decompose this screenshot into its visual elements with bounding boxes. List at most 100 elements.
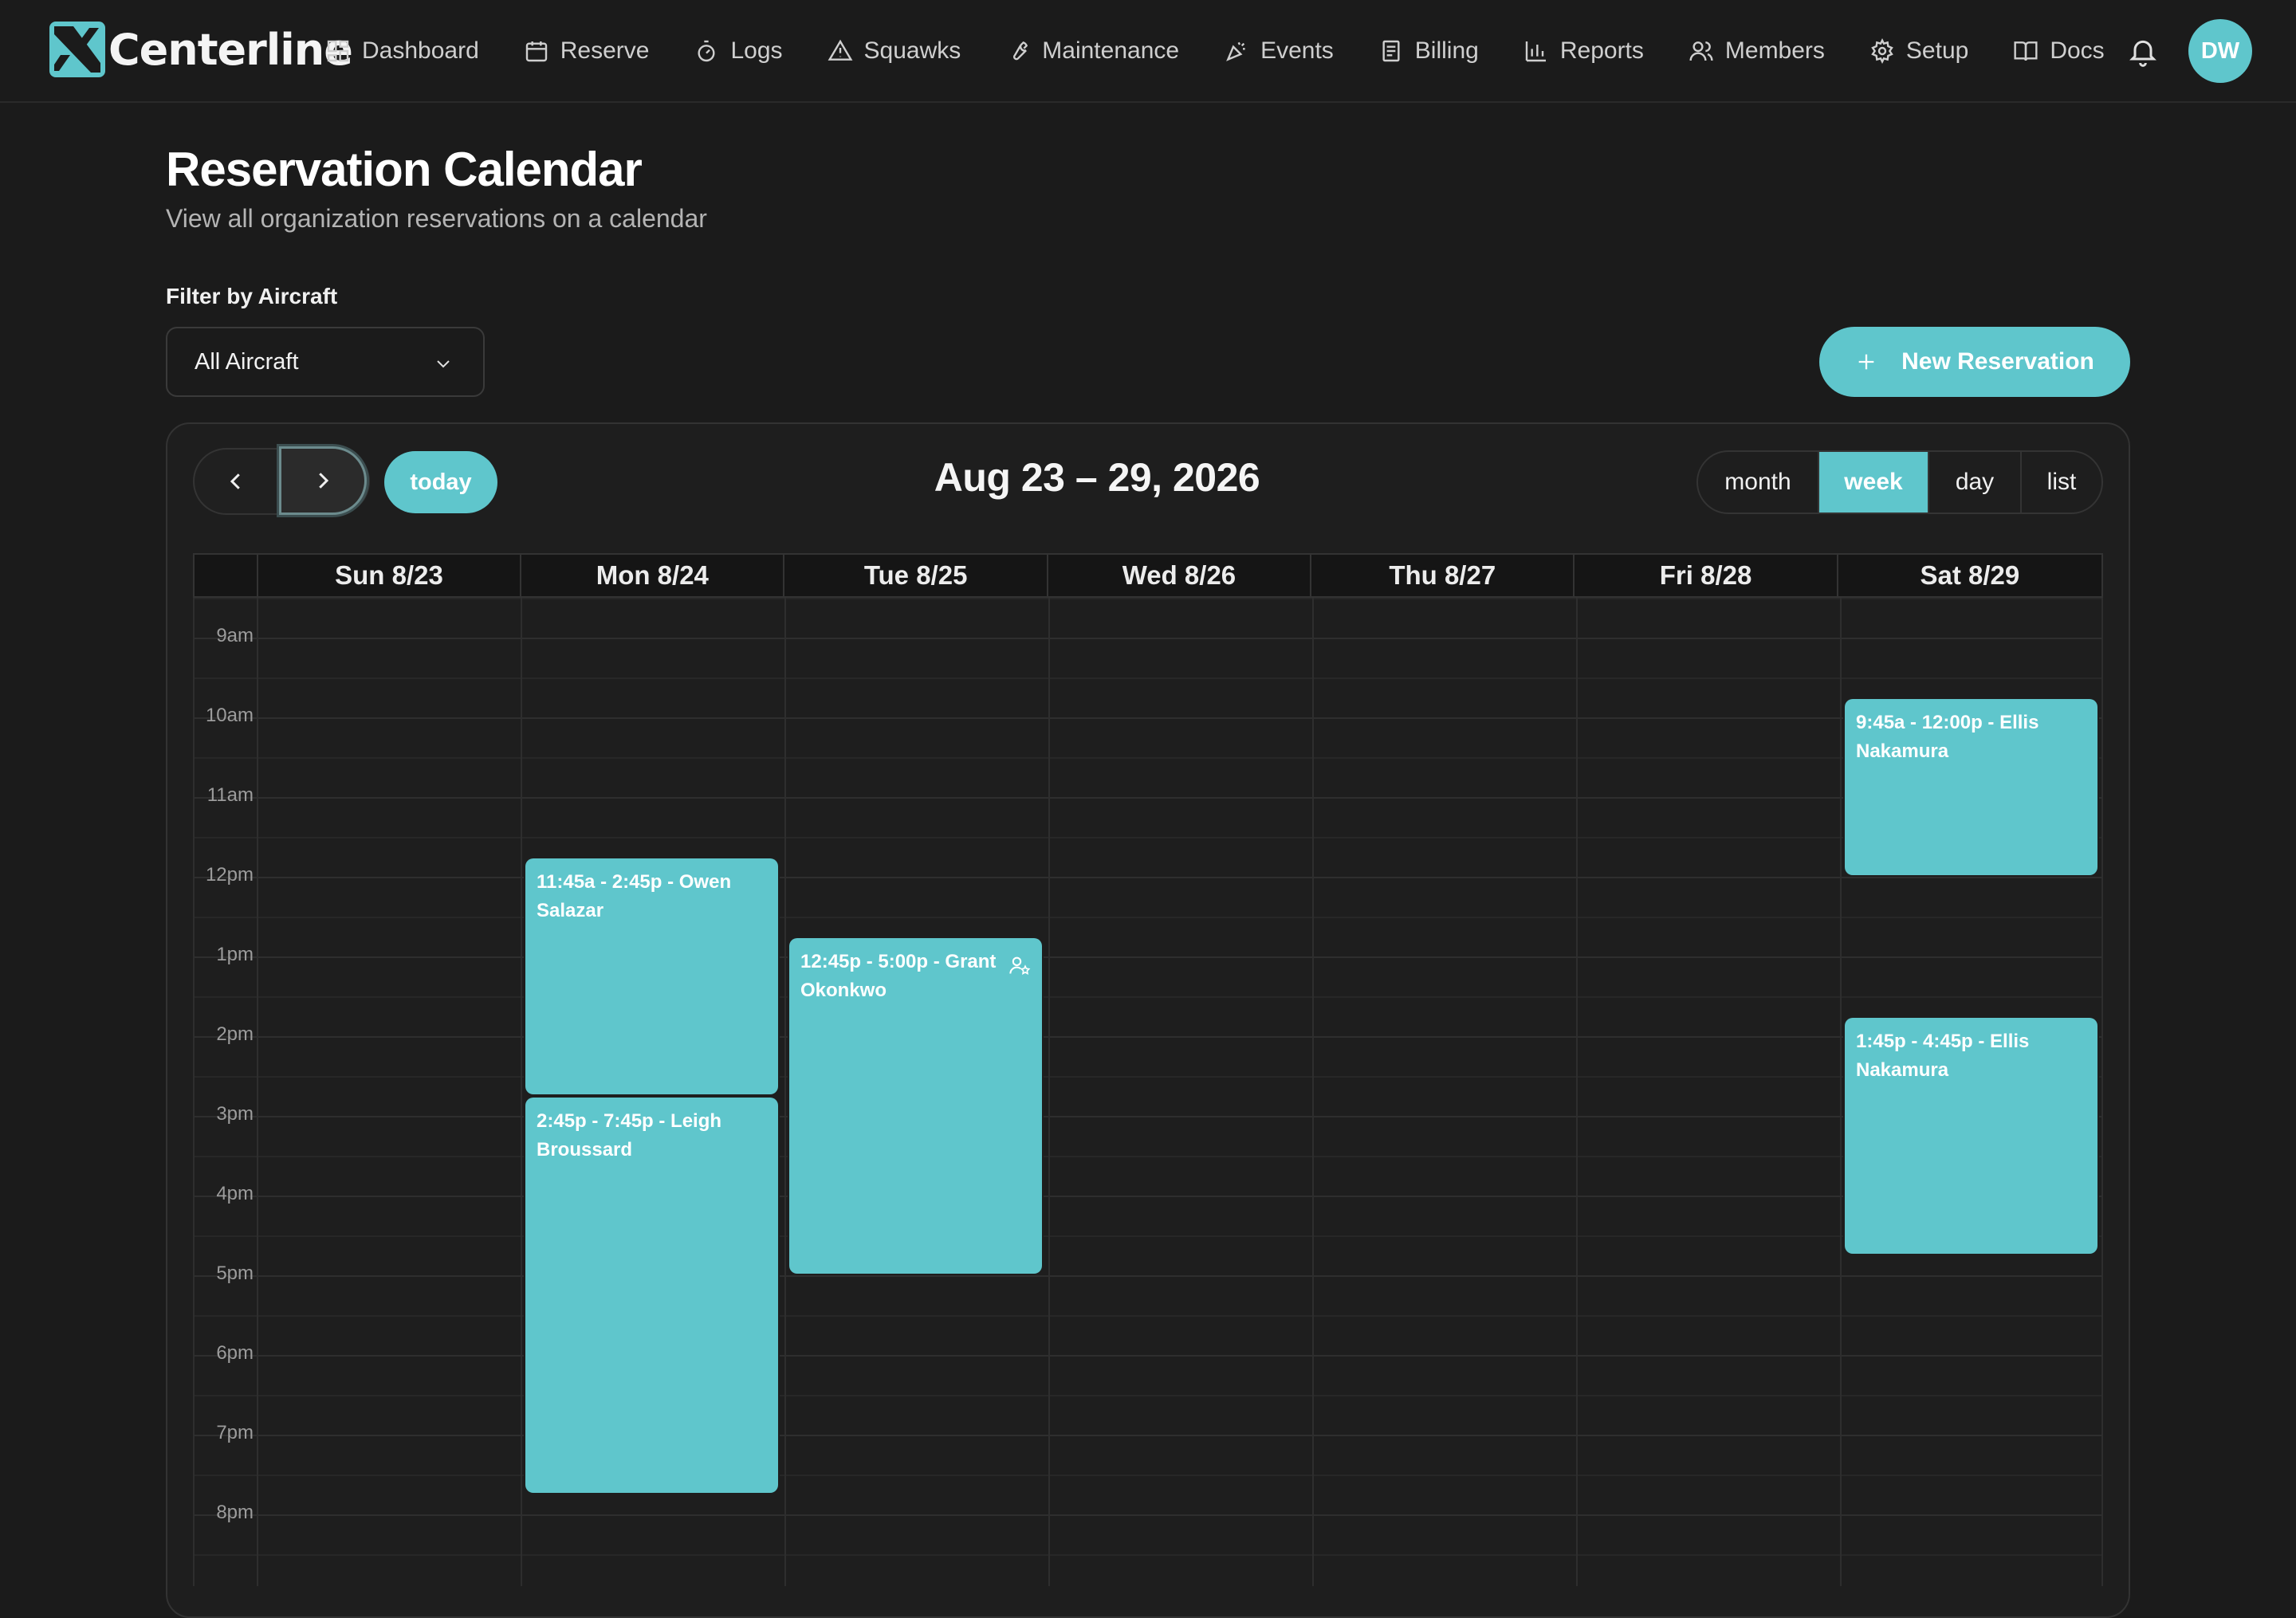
time-slot-line xyxy=(193,797,2103,799)
party-popper-icon xyxy=(1226,41,1245,61)
time-slot-line xyxy=(193,717,2103,719)
view-day-button[interactable]: day xyxy=(1929,452,2022,512)
time-label: 3pm xyxy=(216,1103,254,1125)
week-grid: Sun 8/23 Mon 8/24 Tue 8/25 Wed 8/26 Thu … xyxy=(193,553,2103,1586)
time-label: 9am xyxy=(216,625,254,646)
time-slot-line xyxy=(193,598,2103,599)
day-header[interactable]: Tue 8/25 xyxy=(784,555,1048,596)
time-slot-line xyxy=(193,956,2103,958)
day-column-line xyxy=(784,598,786,1586)
top-navigation: Centerline Dashboard Reserve Logs Squawk… xyxy=(0,0,2296,103)
instructor-icon xyxy=(1009,956,1031,976)
page-subtitle: View all organization reservations on a … xyxy=(166,204,707,233)
view-week-button[interactable]: week xyxy=(1819,452,1929,512)
reservation-event[interactable]: 9:45a - 12:00p - Ellis Nakamura xyxy=(1845,699,2097,875)
time-grid-body[interactable]: 9am 10am 11am 12pm 1pm 2pm 3pm 4pm 5pm 6pm 7pm 8pm 1… xyxy=(193,598,2103,1586)
time-slot-line xyxy=(193,757,2103,759)
time-slot-line xyxy=(193,1235,2103,1237)
time-slot-line xyxy=(193,1196,2103,1197)
nav-label: Setup xyxy=(1905,37,1969,64)
bell-icon[interactable] xyxy=(2127,35,2159,67)
day-column-line xyxy=(1576,598,1578,1586)
time-label: 4pm xyxy=(216,1183,254,1204)
page-title: Reservation Calendar xyxy=(166,143,643,196)
day-header[interactable]: Sat 8/29 xyxy=(1838,555,2101,596)
time-slot-line xyxy=(193,1076,2103,1078)
nav-item-logs[interactable]: Logs xyxy=(694,27,783,75)
view-list-button[interactable]: list xyxy=(2022,452,2101,512)
prev-week-button[interactable] xyxy=(195,450,277,513)
users-icon xyxy=(1689,41,1713,61)
time-label: 7pm xyxy=(216,1422,254,1443)
nav-item-reserve[interactable]: Reserve xyxy=(524,27,649,75)
day-header[interactable]: Mon 8/24 xyxy=(521,555,785,596)
time-label: 10am xyxy=(205,705,254,726)
nav-label: Events xyxy=(1260,37,1334,64)
nav-item-reports[interactable]: Reports xyxy=(1523,27,1644,75)
time-label: 5pm xyxy=(216,1263,254,1284)
time-label: 2pm xyxy=(216,1023,254,1045)
filter-label: Filter by Aircraft xyxy=(166,284,338,308)
time-slot-line xyxy=(193,1315,2103,1317)
nav-menu: Dashboard Reserve Logs Squawks Maintenan… xyxy=(325,0,2149,102)
time-slot-line xyxy=(193,1475,2103,1476)
nav-item-setup[interactable]: Setup xyxy=(1869,27,1968,75)
day-header[interactable]: Sun 8/23 xyxy=(258,555,522,596)
nav-item-docs[interactable]: Docs xyxy=(2013,27,2105,75)
time-slot-line xyxy=(193,1036,2103,1038)
user-avatar[interactable]: DW xyxy=(2188,19,2252,83)
time-slot-line xyxy=(193,1116,2103,1117)
bar-chart-icon xyxy=(1525,41,1546,62)
next-week-button[interactable] xyxy=(279,446,367,515)
time-label: 11am xyxy=(206,784,254,806)
nav-label: Maintenance xyxy=(1042,37,1180,64)
centerline-logo[interactable]: Centerline xyxy=(49,21,353,78)
nav-item-maintenance[interactable]: Maintenance xyxy=(1005,27,1179,75)
logo-text: Centerline xyxy=(108,24,353,75)
chevron-right-icon xyxy=(319,473,329,489)
nav-item-members[interactable]: Members xyxy=(1689,27,1825,75)
reservation-event[interactable]: 12:45p - 5:00p - Grant Okonkwo xyxy=(789,938,1042,1274)
time-label: 12pm xyxy=(205,864,254,886)
nav-item-billing[interactable]: Billing xyxy=(1378,27,1479,75)
reservation-label: 11:45a - 2:45p - Owen Salazar xyxy=(537,871,732,921)
nav-label: Billing xyxy=(1414,37,1479,64)
today-button[interactable]: today xyxy=(384,451,497,513)
day-column-line xyxy=(257,598,258,1586)
view-switcher: month week day list xyxy=(1696,450,2103,514)
wrench-icon xyxy=(1013,41,1028,61)
time-slot-line xyxy=(193,837,2103,838)
time-slot-line xyxy=(193,638,2103,639)
warning-icon xyxy=(828,39,852,61)
gear-icon xyxy=(1871,38,1893,64)
reservation-label: 1:45p - 4:45p - Ellis Nakamura xyxy=(1856,1031,2030,1081)
time-slot-line xyxy=(193,996,2103,998)
grid-icon xyxy=(327,40,349,62)
time-slot-line xyxy=(193,1156,2103,1157)
time-slot-line xyxy=(193,1395,2103,1396)
chevron-down-icon xyxy=(437,360,450,368)
reservation-label: 12:45p - 5:00p - Grant Okonkwo xyxy=(800,951,997,1001)
reservation-event[interactable]: 1:45p - 4:45p - Ellis Nakamura xyxy=(1845,1018,2097,1254)
day-header[interactable]: Wed 8/26 xyxy=(1048,555,1312,596)
aircraft-filter-select[interactable]: All Aircraft xyxy=(166,327,485,397)
time-label: 6pm xyxy=(216,1342,254,1364)
view-month-button[interactable]: month xyxy=(1698,452,1819,512)
nav-label: Logs xyxy=(730,37,783,64)
day-header[interactable]: Thu 8/27 xyxy=(1311,555,1575,596)
time-slot-line xyxy=(193,917,2103,918)
logo-mark-icon xyxy=(49,22,105,77)
nav-item-dashboard[interactable]: Dashboard xyxy=(325,27,479,75)
nav-label: Dashboard xyxy=(362,37,479,64)
reservation-event[interactable]: 11:45a - 2:45p - Owen Salazar xyxy=(525,858,778,1094)
nav-label: Reports xyxy=(1559,37,1644,64)
day-header[interactable]: Fri 8/28 xyxy=(1575,555,1838,596)
nav-item-events[interactable]: Events xyxy=(1224,27,1334,75)
nav-label: Docs xyxy=(2050,37,2105,64)
time-slot-line xyxy=(193,1554,2103,1556)
nav-item-squawks[interactable]: Squawks xyxy=(828,27,961,75)
time-slot-line xyxy=(193,1435,2103,1436)
nav-label: Squawks xyxy=(863,37,961,64)
new-reservation-button[interactable]: New Reservation xyxy=(1819,327,2130,397)
reservation-event[interactable]: 2:45p - 7:45p - Leigh Broussard xyxy=(525,1098,778,1493)
